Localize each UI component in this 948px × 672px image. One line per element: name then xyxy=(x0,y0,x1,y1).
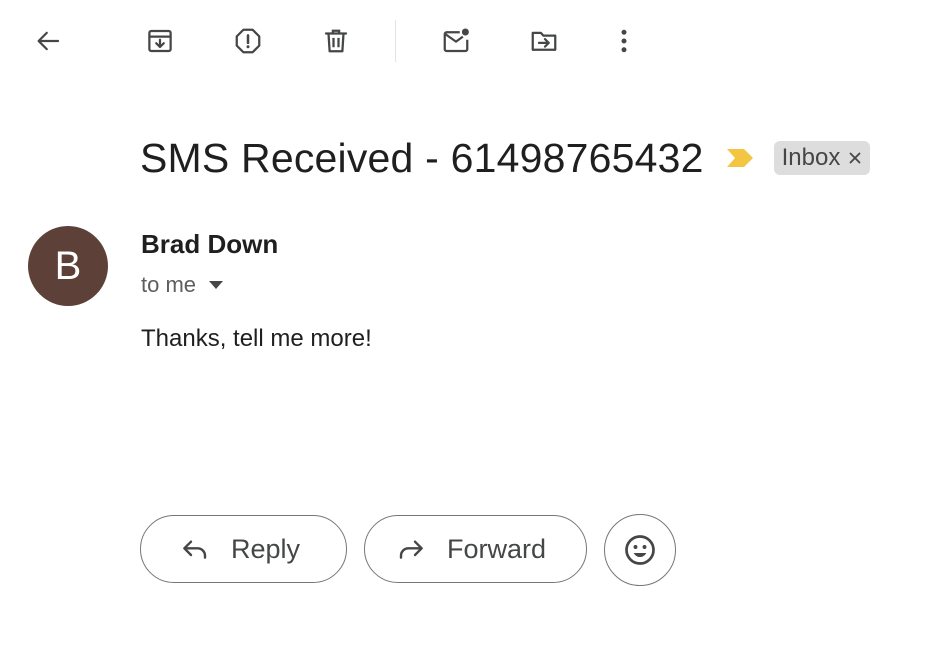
inbox-label-chip: Inbox xyxy=(773,141,871,175)
close-icon[interactable] xyxy=(848,151,862,165)
delete-button[interactable] xyxy=(312,17,360,65)
recipients-text: to me xyxy=(141,272,197,297)
subject-row: SMS Received - 61498765432 Inbox xyxy=(140,128,871,188)
report-spam-icon xyxy=(235,28,261,54)
label-chip-text: Inbox xyxy=(781,144,841,171)
avatar-initial: B xyxy=(54,243,82,288)
back-button[interactable] xyxy=(24,17,72,65)
mark-unread-button[interactable] xyxy=(432,17,480,65)
reply-button[interactable]: Reply xyxy=(140,515,347,583)
emoji-icon xyxy=(625,535,655,565)
message-body: Thanks, tell me more! xyxy=(141,325,372,352)
sender-name: Brad Down xyxy=(141,229,279,259)
forward-button[interactable]: Forward xyxy=(364,515,587,583)
report-spam-button[interactable] xyxy=(224,17,272,65)
move-to-icon xyxy=(531,31,557,51)
move-to-button[interactable] xyxy=(520,17,568,65)
sender-avatar[interactable]: B xyxy=(28,226,108,306)
more-vert-icon xyxy=(621,29,627,53)
forward-label: Forward xyxy=(447,533,547,564)
more-options-button[interactable] xyxy=(600,17,648,65)
emoji-react-button[interactable] xyxy=(604,514,676,586)
importance-marker-icon[interactable] xyxy=(726,147,754,169)
email-view: SMS Received - 61498765432 Inbox B Brad … xyxy=(0,0,948,672)
archive-button[interactable] xyxy=(136,17,184,65)
mark-unread-icon xyxy=(443,28,469,53)
forward-icon xyxy=(399,540,423,559)
toolbar-divider xyxy=(395,20,396,62)
archive-icon xyxy=(148,29,172,53)
reply-label: Reply xyxy=(231,533,301,564)
delete-icon xyxy=(324,29,348,53)
reply-icon xyxy=(183,540,207,559)
chevron-down-icon xyxy=(209,281,224,289)
back-arrow-icon xyxy=(37,31,60,51)
email-subject: SMS Received - 61498765432 xyxy=(140,134,704,181)
recipients-toggle[interactable]: to me xyxy=(141,272,224,298)
